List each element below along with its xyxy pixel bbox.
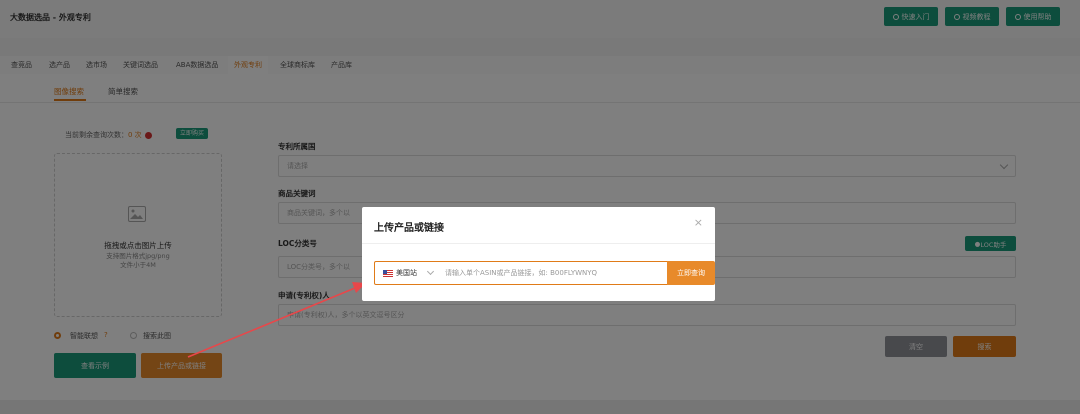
close-icon[interactable]: × bbox=[694, 216, 703, 229]
chevron-down-icon bbox=[426, 267, 435, 276]
modal-divider bbox=[362, 243, 715, 244]
site-select[interactable]: 美国站 bbox=[396, 268, 417, 278]
upload-modal: 上传产品或链接 × 美国站 请输入单个ASIN或产品链接，如: B00FLYWN… bbox=[362, 207, 715, 301]
asin-input-group: 美国站 请输入单个ASIN或产品链接，如: B00FLYWNYQ 立即查询 bbox=[374, 261, 715, 285]
query-button[interactable]: 立即查询 bbox=[667, 261, 715, 285]
asin-input[interactable]: 请输入单个ASIN或产品链接，如: B00FLYWNYQ bbox=[445, 268, 597, 278]
us-flag-icon bbox=[383, 270, 393, 277]
modal-title: 上传产品或链接 bbox=[374, 223, 444, 234]
